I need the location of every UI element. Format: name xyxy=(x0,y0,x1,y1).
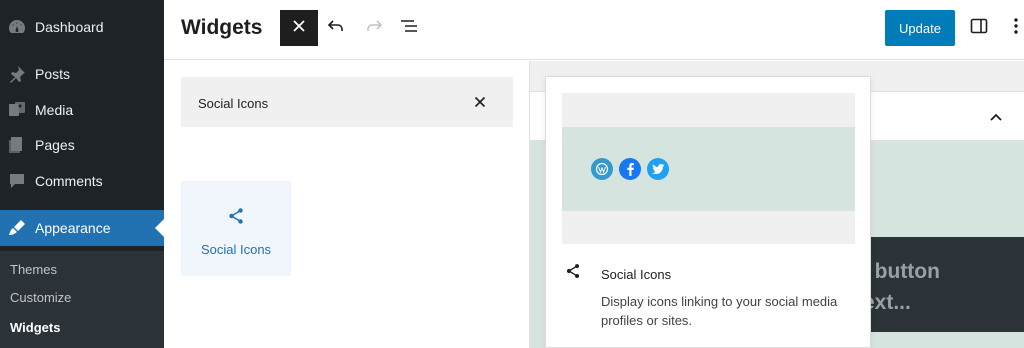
twitter-icon xyxy=(647,158,669,180)
sidebar-item-label: Posts xyxy=(35,66,71,82)
active-indicator xyxy=(155,219,164,237)
sidebar-item-label: Dashboard xyxy=(35,19,104,35)
submenu-item-widgets[interactable]: Widgets xyxy=(10,320,60,335)
media-icon xyxy=(7,100,27,120)
preview-band xyxy=(562,127,855,211)
block-preview-popover: Social Icons Display icons linking to yo… xyxy=(545,76,871,348)
sidebar-item-comments[interactable]: Comments xyxy=(0,163,164,199)
close-inserter-button[interactable] xyxy=(280,10,318,46)
appearance-submenu: Themes Customize Widgets xyxy=(0,251,164,348)
wordpress-icon xyxy=(591,158,613,180)
undo-button[interactable] xyxy=(322,14,350,42)
canvas-button-text-line2: text... xyxy=(868,291,911,314)
list-view-button[interactable] xyxy=(396,14,424,42)
close-icon xyxy=(292,19,306,38)
block-inserter-panel: Social Icons Social Icons xyxy=(164,61,530,348)
pages-icon xyxy=(7,135,27,155)
sidebar-item-media[interactable]: Media xyxy=(0,92,164,128)
preview-title: Social Icons xyxy=(601,267,672,282)
share-icon xyxy=(564,262,582,285)
editor-header: Widgets Update xyxy=(164,0,1024,60)
options-menu-button[interactable] xyxy=(1002,14,1024,42)
submenu-item-customize[interactable]: Customize xyxy=(10,290,71,305)
comment-icon xyxy=(7,171,27,191)
chevron-up-icon[interactable] xyxy=(986,107,1006,127)
preview-description: Display icons linking to your social med… xyxy=(601,294,838,328)
admin-sidebar: Dashboard Posts Media Pages Comments App… xyxy=(0,0,164,348)
block-result-label: Social Icons xyxy=(200,242,272,257)
update-button[interactable]: Update xyxy=(885,10,955,46)
redo-button[interactable] xyxy=(360,14,388,42)
sidebar-panel-icon xyxy=(969,16,989,41)
sidebar-item-label: Appearance xyxy=(35,220,111,236)
submenu-item-themes[interactable]: Themes xyxy=(10,262,57,277)
clear-search-icon[interactable] xyxy=(471,93,489,111)
block-search-input[interactable]: Social Icons xyxy=(181,77,513,127)
sidebar-item-pages[interactable]: Pages xyxy=(0,127,164,163)
more-vertical-icon xyxy=(1006,16,1024,41)
dashboard-icon xyxy=(7,17,27,37)
list-view-icon xyxy=(399,16,421,41)
page-title: Widgets xyxy=(181,16,263,39)
pin-icon xyxy=(7,64,27,84)
sidebar-item-appearance[interactable]: Appearance xyxy=(0,210,164,246)
facebook-icon xyxy=(619,158,641,180)
sidebar-item-label: Pages xyxy=(35,137,75,153)
sidebar-item-dashboard[interactable]: Dashboard xyxy=(0,9,164,45)
block-result-social-icons[interactable]: Social Icons xyxy=(181,181,291,276)
sidebar-item-label: Comments xyxy=(35,173,103,189)
sidebar-item-posts[interactable]: Posts xyxy=(0,56,164,92)
canvas-button-block[interactable]: d button text... xyxy=(868,237,1024,332)
redo-icon xyxy=(364,16,384,41)
sidebar-item-label: Media xyxy=(35,102,74,118)
share-icon xyxy=(224,204,248,228)
preview-frame xyxy=(562,93,855,244)
brush-icon xyxy=(7,218,27,238)
canvas-button-text-line1: d button xyxy=(868,260,940,283)
preview-title-row xyxy=(564,263,582,283)
undo-icon xyxy=(326,16,346,41)
search-value[interactable]: Social Icons xyxy=(198,96,268,111)
settings-toggle-button[interactable] xyxy=(965,14,993,42)
